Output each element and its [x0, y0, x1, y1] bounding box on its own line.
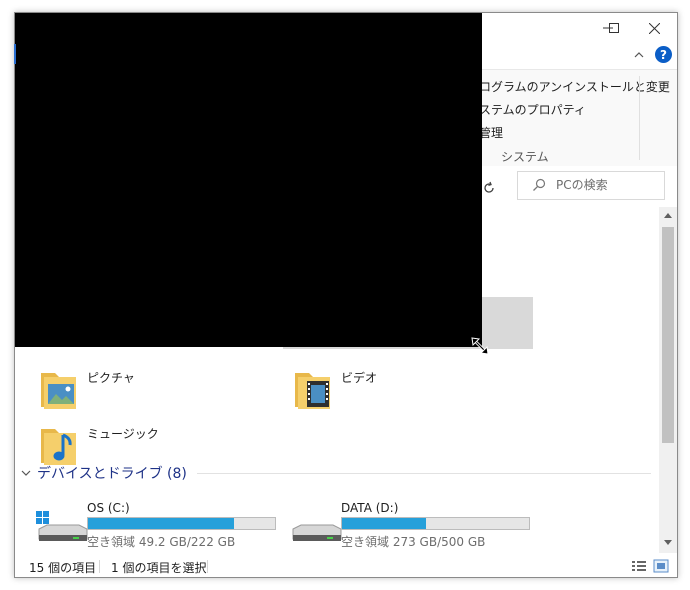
window-accent-edge — [14, 44, 16, 64]
manage-button[interactable]: 管理 — [479, 124, 503, 141]
chevron-up-icon — [634, 52, 644, 58]
refresh-icon — [484, 181, 494, 193]
close-button[interactable] — [631, 13, 677, 43]
os-drive-icon — [36, 511, 88, 541]
scrollbar-thumb[interactable] — [662, 227, 674, 443]
folder-item-videos[interactable]: ビデオ — [289, 367, 519, 415]
arrow-up-icon — [664, 213, 672, 218]
status-separator — [207, 560, 208, 573]
section-title: デバイスとドライブ (8) — [37, 466, 187, 482]
search-icon — [533, 178, 546, 191]
drive-item-c[interactable]: OS (C:) 空き領域 49.2 GB/222 GB — [17, 501, 276, 549]
status-bar: 15 個の項目 1 個の項目を選択 — [15, 555, 677, 577]
videos-folder-icon — [295, 373, 330, 409]
details-view-icon[interactable] — [631, 559, 647, 573]
search-input[interactable] — [556, 172, 660, 197]
devices-section-header[interactable]: デバイスとドライブ (8) — [21, 463, 651, 483]
black-overlay-region — [15, 13, 482, 347]
drive-item-d[interactable]: DATA (D:) 空き領域 273 GB/500 GB — [271, 501, 530, 549]
chevron-down-icon — [21, 470, 31, 476]
resize-cursor-icon — [471, 337, 489, 355]
large-icons-view-icon[interactable] — [653, 559, 669, 573]
uninstall-program-button[interactable]: ログラムのアンインストールと変更 — [479, 78, 670, 95]
hard-drive-icon — [292, 524, 342, 541]
drive-usage-fill — [342, 518, 427, 529]
drive-space: 空き領域 273 GB/500 GB — [341, 535, 486, 549]
selection-count: 1 個の項目を選択 — [111, 561, 207, 575]
folder-label: ミュージック — [87, 427, 159, 441]
arrow-down-icon — [664, 540, 672, 545]
folder-label: ビデオ — [341, 371, 378, 385]
pictures-folder-icon — [41, 373, 76, 409]
drive-name: OS (C:) — [87, 501, 130, 515]
drive-name: DATA (D:) — [341, 501, 399, 515]
vertical-scrollbar[interactable] — [659, 207, 677, 553]
drive-space: 空き領域 49.2 GB/222 GB — [87, 535, 236, 549]
item-count: 15 個の項目 — [29, 561, 97, 575]
search-box[interactable] — [517, 171, 665, 200]
folder-item-pictures[interactable]: ピクチャ — [35, 367, 265, 415]
status-separator — [99, 560, 100, 573]
section-divider — [196, 472, 651, 474]
ribbon-separator — [639, 76, 640, 160]
drive-usage-fill — [88, 518, 234, 529]
scroll-down-button[interactable] — [659, 535, 677, 551]
scroll-up-button[interactable] — [659, 207, 677, 223]
drive-usage-bar — [87, 517, 276, 530]
ribbon-collapse-button[interactable] — [633, 49, 645, 61]
drive-usage-bar — [341, 517, 530, 530]
ribbon-group-label: システム — [501, 150, 549, 164]
folder-label: ピクチャ — [87, 371, 135, 385]
music-folder-icon — [41, 429, 76, 465]
system-properties-button[interactable]: ステムのプロパティ — [479, 101, 586, 118]
maximize-icon — [609, 23, 619, 33]
help-icon[interactable]: ? — [655, 46, 672, 63]
close-icon — [648, 22, 660, 34]
